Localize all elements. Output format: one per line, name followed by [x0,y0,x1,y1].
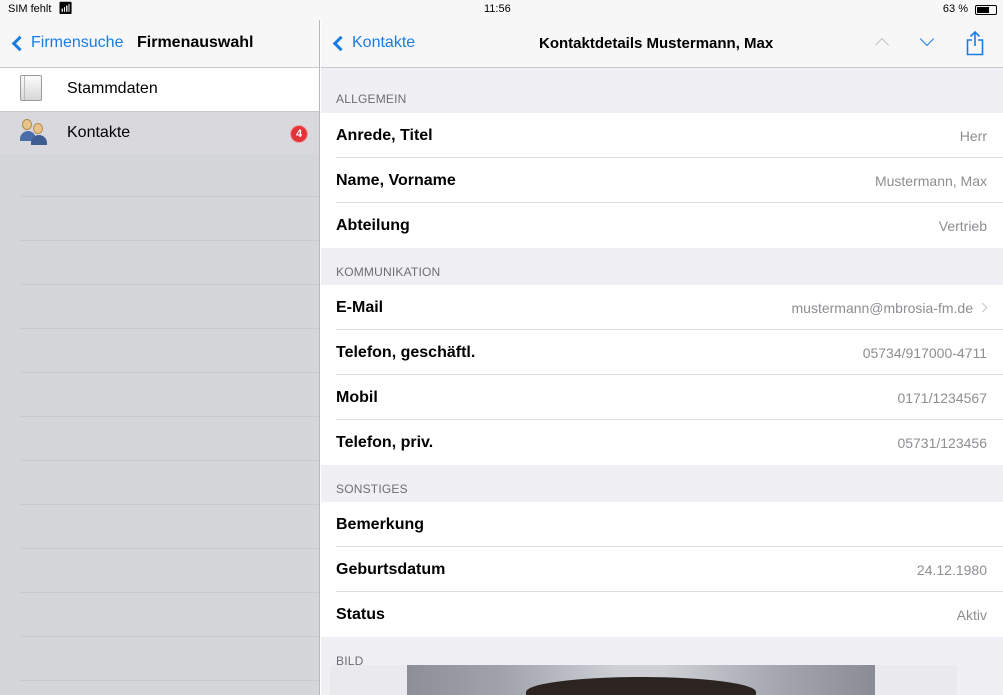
row-value: mustermann@mbrosia-fm.de [791,300,974,316]
group-allgemein: Anrede, Titel Herr Name, Vorname Musterm… [321,113,1003,248]
detail-panel: Kontakte Kontaktdetails Mustermann, Max … [321,20,1003,695]
row-key: Bemerkung [336,516,425,533]
section-header-sonstiges: SONSTIGES [336,482,408,496]
battery-percentage: 63 % [942,3,968,15]
row-bemerkung[interactable]: Bemerkung [321,502,1003,547]
row-key: Name, Vorname [336,172,456,189]
row-anrede[interactable]: Anrede, Titel Herr [321,113,1003,158]
row-value: 05731/123456 [897,435,987,451]
row-value: 24.12.1980 [916,562,987,578]
chevron-right-icon [977,302,988,313]
row-value: Mustermann, Max [874,173,987,189]
count-badge: 4 [291,126,307,142]
back-label: Kontakte [352,34,416,51]
detail-nav-bar: Kontakte Kontaktdetails Mustermann, Max [321,20,1003,68]
row-value: 0171/1234567 [897,390,987,406]
row-value: Aktiv [956,607,987,623]
next-contact-chevron-down-icon[interactable] [919,31,935,47]
row-value: Herr [959,128,987,144]
list-item-stammdaten[interactable]: Stammdaten [0,68,319,112]
contact-photo[interactable] [330,665,957,695]
row-email[interactable]: E-Mail mustermann@mbrosia-fm.de [321,285,1003,330]
group-sonstiges: Bemerkung Geburtsdatum 24.12.1980 Status… [321,502,1003,637]
group-kommunikation: E-Mail mustermann@mbrosia-fm.de Telefon,… [321,285,1003,465]
clock: 11:56 [484,3,511,15]
row-telefon-privat[interactable]: Telefon, priv. 05731/123456 [321,420,1003,465]
share-icon[interactable] [966,30,984,56]
section-header-kommunikation: KOMMUNIKATION [336,265,441,279]
battery-icon [975,5,997,15]
back-button-firmensuche[interactable]: Firmensuche [10,34,123,52]
contacts-icon [20,119,47,147]
list-item-kontakte[interactable]: Kontakte 4 [0,111,319,154]
master-title: Firmenauswahl [137,34,254,51]
list-item-label: Kontakte [67,124,131,141]
back-button-kontakte[interactable]: Kontakte [331,34,415,52]
previous-contact-chevron-up-icon[interactable] [874,37,890,53]
row-key: Abteilung [336,217,410,234]
back-label: Firmensuche [31,34,124,51]
status-bar: SIM fehlt 📶︎ 11:56 63 % [0,0,1003,20]
row-key: E-Mail [336,299,384,316]
row-key: Anrede, Titel [336,127,433,144]
row-mobil[interactable]: Mobil 0171/1234567 [321,375,1003,420]
row-geburtsdatum[interactable]: Geburtsdatum 24.12.1980 [321,547,1003,592]
row-status[interactable]: Status Aktiv [321,592,1003,637]
row-abteilung[interactable]: Abteilung Vertrieb [321,203,1003,248]
section-header-allgemein: ALLGEMEIN [336,92,407,106]
row-key: Mobil [336,389,378,406]
row-value: Vertrieb [938,218,987,234]
row-key: Telefon, geschäftl. [336,344,476,361]
row-key: Geburtsdatum [336,561,446,578]
carrier-label: SIM fehlt [8,3,52,15]
master-panel: Firmensuche Firmenauswahl Stammdaten Kon… [0,20,320,695]
list-item-label: Stammdaten [67,80,158,97]
row-key: Telefon, priv. [336,434,434,451]
master-nav-bar: Firmensuche Firmenauswahl [0,20,319,68]
master-list: Stammdaten Kontakte 4 [0,68,319,154]
empty-rows [20,153,319,695]
row-telefon-geschaeftlich[interactable]: Telefon, geschäftl. 05734/917000-4711 [321,330,1003,375]
document-icon [20,75,44,103]
chevron-left-icon [11,35,28,51]
detail-title: Kontaktdetails Mustermann, Max [539,35,774,52]
row-value: 05734/917000-4711 [862,345,987,361]
chevron-left-icon [332,35,349,51]
row-key: Status [336,606,385,623]
row-name[interactable]: Name, Vorname Mustermann, Max [321,158,1003,203]
wifi-icon: 📶︎ [58,1,74,15]
